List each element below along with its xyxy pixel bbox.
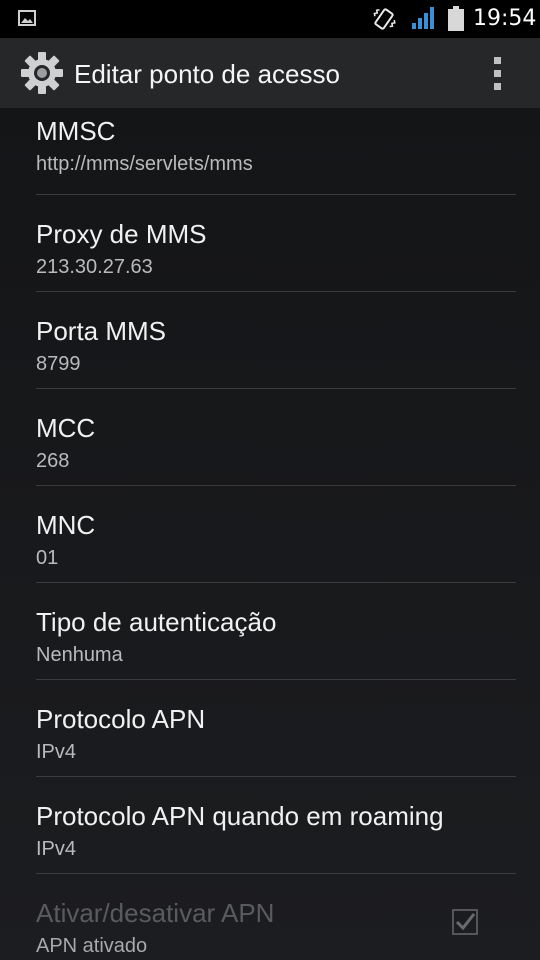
setting-apn-protocol[interactable]: Protocolo APN IPv4 [36,680,516,777]
setting-value: 268 [36,450,70,472]
setting-value: 213.30.27.63 [36,256,153,278]
signal-icon [412,7,434,29]
setting-title: MCC [36,413,96,443]
setting-mmsc[interactable]: MMSC http://mms/servlets/mms [36,108,516,195]
setting-mms-port[interactable]: Porta MMS 8799 [36,292,516,389]
setting-mms-proxy[interactable]: Proxy de MMS 213.30.27.63 [36,195,516,292]
setting-title: Ativar/desativar APN [36,898,275,928]
apn-enabled-checkbox [452,909,478,935]
setting-title: Tipo de autenticação [36,607,277,637]
setting-title: MMSC [36,116,116,146]
setting-value: APN ativado [36,935,148,957]
vibrate-icon [373,8,396,30]
setting-value: http://mms/servlets/mms [36,153,253,175]
action-bar: Editar ponto de acesso [0,38,540,108]
setting-title: Proxy de MMS [36,219,207,249]
settings-gear-icon[interactable] [20,51,64,95]
setting-apn-roaming-protocol[interactable]: Protocolo APN quando em roaming IPv4 [36,777,516,874]
setting-title: Protocolo APN [36,704,206,734]
setting-value: Nenhuma [36,644,123,666]
setting-apn-toggle: Ativar/desativar APN APN ativado [36,874,516,960]
setting-title: MNC [36,510,96,540]
status-bar: 19:54 [0,0,540,38]
page-title: Editar ponto de acesso [74,59,340,89]
setting-auth-type[interactable]: Tipo de autenticação Nenhuma [36,583,516,680]
setting-value: 01 [36,547,59,569]
image-notification-icon [18,10,36,26]
setting-mcc[interactable]: MCC 268 [36,389,516,486]
clock: 19:54 [473,6,537,31]
setting-value: IPv4 [36,741,77,763]
overflow-menu-icon[interactable] [480,53,516,93]
setting-value: IPv4 [36,838,77,860]
setting-value: 8799 [36,353,81,375]
setting-title: Protocolo APN quando em roaming [36,801,444,831]
setting-title: Porta MMS [36,316,167,346]
setting-mnc[interactable]: MNC 01 [36,486,516,583]
apn-settings-list: MMSC http://mms/servlets/mms Proxy de MM… [0,108,540,960]
battery-icon [448,6,464,31]
